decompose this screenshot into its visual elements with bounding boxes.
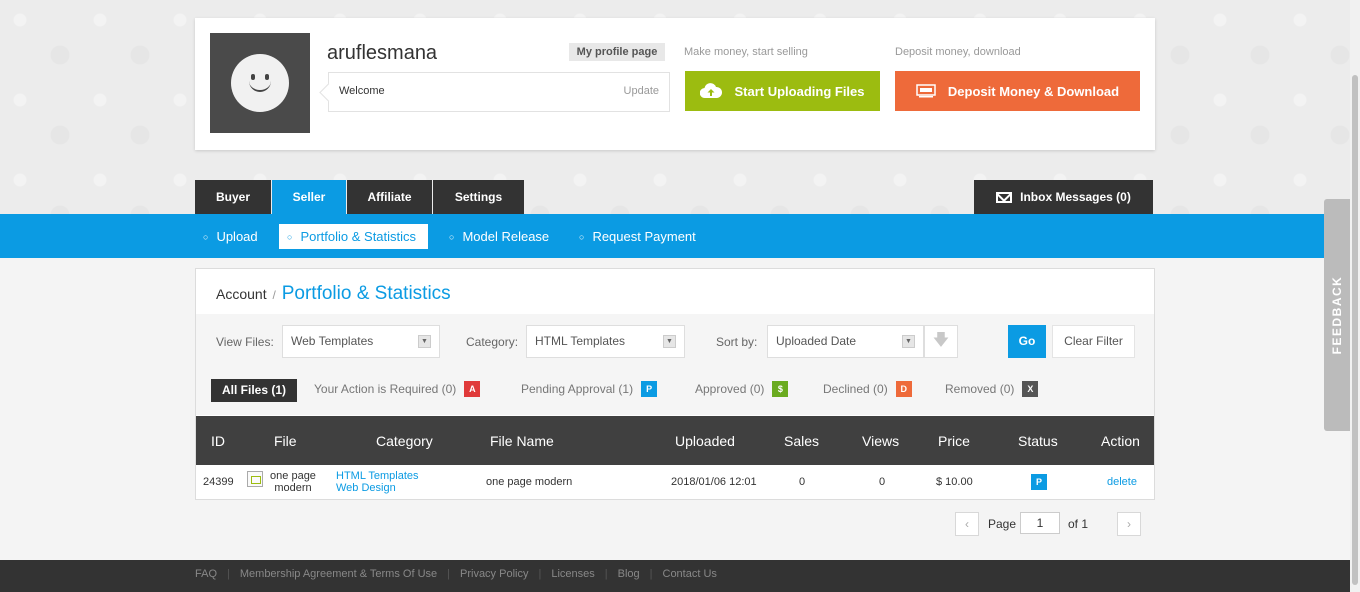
pending-approval-filter[interactable]: Pending Approval (1) P xyxy=(521,381,658,397)
update-link[interactable]: Update xyxy=(624,85,659,97)
column-header-file-name[interactable]: File Name xyxy=(490,433,554,449)
previous-page-button[interactable]: ‹ xyxy=(955,512,979,536)
row-sales: 0 xyxy=(799,476,806,488)
avatar[interactable] xyxy=(210,33,310,133)
username: aruflesmana xyxy=(327,42,438,64)
column-header-category[interactable]: Category xyxy=(376,433,433,449)
dropdown-arrow-icon: ▼ xyxy=(902,335,915,348)
clear-filter-button[interactable]: Clear Filter xyxy=(1052,325,1135,358)
cloud-upload-icon xyxy=(700,83,723,99)
removed-filter[interactable]: Removed (0) X xyxy=(945,381,1039,397)
subnav-model-release[interactable]: ○ Model Release xyxy=(441,224,549,249)
row-price: $ 10.00 xyxy=(936,476,973,488)
subnav-upload[interactable]: ○ Upload xyxy=(195,224,258,249)
table-row: 24399 one page modern HTML Templates Web… xyxy=(196,465,1154,499)
subnav-request-payment[interactable]: ○ Request Payment xyxy=(571,224,696,249)
footer-link-licenses[interactable]: Licenses xyxy=(551,568,594,580)
category-link-web-design[interactable]: Web Design xyxy=(336,482,396,494)
row-uploaded-date: 2018/01/06 12:01 xyxy=(671,476,757,488)
column-header-id[interactable]: ID xyxy=(211,433,225,449)
start-uploading-label: Start Uploading Files xyxy=(734,83,865,99)
column-header-price[interactable]: Price xyxy=(938,433,970,449)
column-header-views[interactable]: Views xyxy=(862,433,899,449)
category-label: Category: xyxy=(466,335,519,349)
delete-link[interactable]: delete xyxy=(1107,476,1137,488)
page-number-input[interactable]: 1 xyxy=(1020,512,1060,534)
inbox-messages-tab[interactable]: Inbox Messages (0) xyxy=(974,180,1153,214)
approved-badge: $ xyxy=(772,381,789,397)
start-uploading-button[interactable]: Start Uploading Files xyxy=(685,71,880,111)
welcome-text: Welcome xyxy=(339,85,385,97)
footer-link-contact[interactable]: Contact Us xyxy=(663,568,717,580)
filter-bar: View Files: Web Templates ▼ Category: HT… xyxy=(196,314,1154,367)
feedback-tab[interactable]: FEEDBACK xyxy=(1324,199,1350,431)
page-title: Portfolio & Statistics xyxy=(281,283,451,304)
deposit-download-button[interactable]: Deposit Money & Download xyxy=(895,71,1140,111)
tab-buyer[interactable]: Buyer xyxy=(195,180,271,214)
column-header-sales[interactable]: Sales xyxy=(784,433,819,449)
smiley-face-icon xyxy=(231,54,289,112)
breadcrumb-root[interactable]: Account xyxy=(216,286,267,302)
inbox-label: Inbox Messages (0) xyxy=(1020,190,1131,204)
declined-badge: D xyxy=(895,381,912,397)
deposit-download-label: Deposit Money & Download xyxy=(947,83,1120,99)
vertical-scrollbar[interactable] xyxy=(1350,0,1360,592)
footer: FAQ | Membership Agreement & Terms Of Us… xyxy=(0,560,1350,592)
column-header-status[interactable]: Status xyxy=(1018,433,1058,449)
sort-by-select[interactable]: Uploaded Date ▼ xyxy=(767,325,924,358)
column-header-file[interactable]: File xyxy=(274,433,297,449)
tab-affiliate[interactable]: Affiliate xyxy=(347,180,432,214)
status-filter-bar: All Files (1) Your Action is Required (0… xyxy=(196,367,1154,415)
sort-by-label: Sort by: xyxy=(716,335,758,349)
my-profile-link[interactable]: My profile page xyxy=(569,43,665,61)
footer-link-privacy[interactable]: Privacy Policy xyxy=(460,568,528,580)
upload-caption: Make money, start selling xyxy=(684,46,808,58)
welcome-message-box: Welcome Update xyxy=(328,72,670,112)
pending-badge: P xyxy=(641,381,658,397)
go-button[interactable]: Go xyxy=(1008,325,1046,358)
footer-links: FAQ | Membership Agreement & Terms Of Us… xyxy=(195,568,717,580)
action-required-filter[interactable]: Your Action is Required (0) A xyxy=(314,381,481,397)
row-status-badge: P xyxy=(1031,474,1047,490)
category-link-html-templates[interactable]: HTML Templates xyxy=(336,470,419,482)
mail-icon xyxy=(996,191,1013,203)
page-total: of 1 xyxy=(1068,517,1089,531)
portfolio-panel: Account / Portfolio & Statistics View Fi… xyxy=(195,268,1155,500)
money-icon xyxy=(916,84,936,98)
dropdown-arrow-icon: ▼ xyxy=(663,335,676,348)
profile-card: aruflesmana My profile page Welcome Upda… xyxy=(195,18,1155,150)
approved-filter[interactable]: Approved (0) $ xyxy=(695,381,789,397)
row-id: 24399 xyxy=(203,476,234,488)
action-required-badge: A xyxy=(464,381,481,397)
table-header: ID File Category File Name Uploaded Sale… xyxy=(196,416,1154,465)
feedback-label: FEEDBACK xyxy=(1330,275,1344,355)
column-header-action: Action xyxy=(1101,433,1140,449)
view-files-select[interactable]: Web Templates ▼ xyxy=(282,325,440,358)
footer-link-blog[interactable]: Blog xyxy=(618,568,640,580)
seller-subnav: ○ Upload ○ Portfolio & Statistics ○ Model R… xyxy=(0,214,1350,258)
tab-seller[interactable]: Seller xyxy=(272,180,346,214)
footer-link-membership[interactable]: Membership Agreement & Terms Of Use xyxy=(240,568,437,580)
declined-filter[interactable]: Declined (0) D xyxy=(823,381,912,397)
subnav-portfolio-statistics[interactable]: ○ Portfolio & Statistics xyxy=(279,224,429,249)
removed-badge: X xyxy=(1022,381,1039,397)
page-label: Page xyxy=(988,517,1017,531)
all-files-filter[interactable]: All Files (1) xyxy=(211,379,297,402)
deposit-caption: Deposit money, download xyxy=(895,46,1021,58)
next-page-button[interactable]: › xyxy=(1117,512,1141,536)
sort-direction-icon[interactable]: 🡇 xyxy=(924,325,958,358)
column-header-uploaded[interactable]: Uploaded xyxy=(675,433,735,449)
breadcrumb: Account / Portfolio & Statistics xyxy=(216,283,451,304)
file-thumbnail-alt: one page modern xyxy=(270,470,316,494)
view-files-label: View Files: xyxy=(216,335,274,349)
category-select[interactable]: HTML Templates ▼ xyxy=(526,325,685,358)
scrollbar-thumb[interactable] xyxy=(1352,75,1358,585)
dropdown-arrow-icon: ▼ xyxy=(418,335,431,348)
row-file-name: one page modern xyxy=(486,476,573,488)
broken-image-icon[interactable] xyxy=(247,471,263,487)
tab-settings[interactable]: Settings xyxy=(433,180,524,214)
footer-link-faq[interactable]: FAQ xyxy=(195,568,217,580)
row-views: 0 xyxy=(879,476,886,488)
